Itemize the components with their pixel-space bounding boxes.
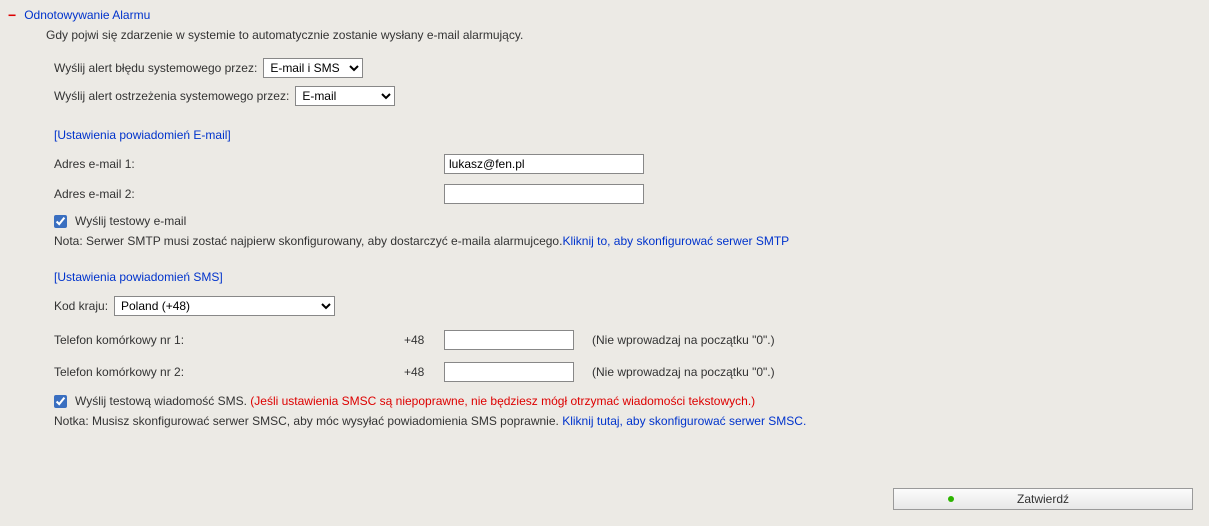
warn-alert-label: Wyślij alert ostrzeżenia systemowego prz… bbox=[54, 89, 289, 103]
sms-section-heading: [Ustawienia powiadomień SMS] bbox=[54, 270, 1201, 284]
email1-label: Adres e-mail 1: bbox=[54, 157, 444, 171]
collapse-icon[interactable]: − bbox=[8, 8, 16, 22]
country-select[interactable]: Poland (+48) bbox=[114, 296, 335, 316]
phone2-label: Telefon komórkowy nr 2: bbox=[54, 365, 404, 379]
sms-note-text: Notka: Musisz skonfigurować serwer SMSC,… bbox=[54, 414, 562, 428]
submit-button-label: Zatwierdź bbox=[1017, 492, 1069, 506]
status-dot-icon bbox=[948, 496, 954, 502]
sms-test-label: Wyślij testową wiadomość SMS. bbox=[75, 394, 247, 408]
email2-input[interactable] bbox=[444, 184, 644, 204]
email-test-label: Wyślij testowy e-mail bbox=[75, 214, 186, 228]
email2-label: Adres e-mail 2: bbox=[54, 187, 444, 201]
sms-test-checkbox[interactable] bbox=[54, 395, 67, 408]
email-note-text: Nota: Serwer SMTP musi zostać najpierw s… bbox=[54, 234, 562, 248]
email-section-heading: [Ustawienia powiadomień E-mail] bbox=[54, 128, 1201, 142]
country-label: Kod kraju: bbox=[54, 299, 114, 313]
phone1-prefix: +48 bbox=[404, 333, 444, 347]
section-header: − Odnotowywanie Alarmu bbox=[8, 8, 1201, 22]
smsc-config-link[interactable]: Kliknij tutaj, aby skonfigurować serwer … bbox=[562, 414, 806, 428]
email1-input[interactable] bbox=[444, 154, 644, 174]
section-title: Odnotowywanie Alarmu bbox=[24, 8, 150, 22]
phone2-input[interactable] bbox=[444, 362, 574, 382]
phone1-hint: (Nie wprowadzaj na początku "0".) bbox=[592, 333, 775, 347]
error-alert-select[interactable]: E-mail i SMS bbox=[263, 58, 363, 78]
sms-test-warning: (Jeśli ustawienia SMSC są niepoprawne, n… bbox=[250, 394, 755, 408]
phone2-hint: (Nie wprowadzaj na początku "0".) bbox=[592, 365, 775, 379]
phone1-input[interactable] bbox=[444, 330, 574, 350]
error-alert-label: Wyślij alert błędu systemowego przez: bbox=[54, 61, 257, 75]
intro-text: Gdy pojwi się zdarzenie w systemie to au… bbox=[46, 28, 1201, 42]
phone1-label: Telefon komórkowy nr 1: bbox=[54, 333, 404, 347]
smtp-config-link[interactable]: Kliknij to, aby skonfigurować serwer SMT… bbox=[562, 234, 789, 248]
phone2-prefix: +48 bbox=[404, 365, 444, 379]
email-test-checkbox[interactable] bbox=[54, 215, 67, 228]
submit-button[interactable]: Zatwierdź bbox=[893, 488, 1193, 510]
warn-alert-select[interactable]: E-mail bbox=[295, 86, 395, 106]
